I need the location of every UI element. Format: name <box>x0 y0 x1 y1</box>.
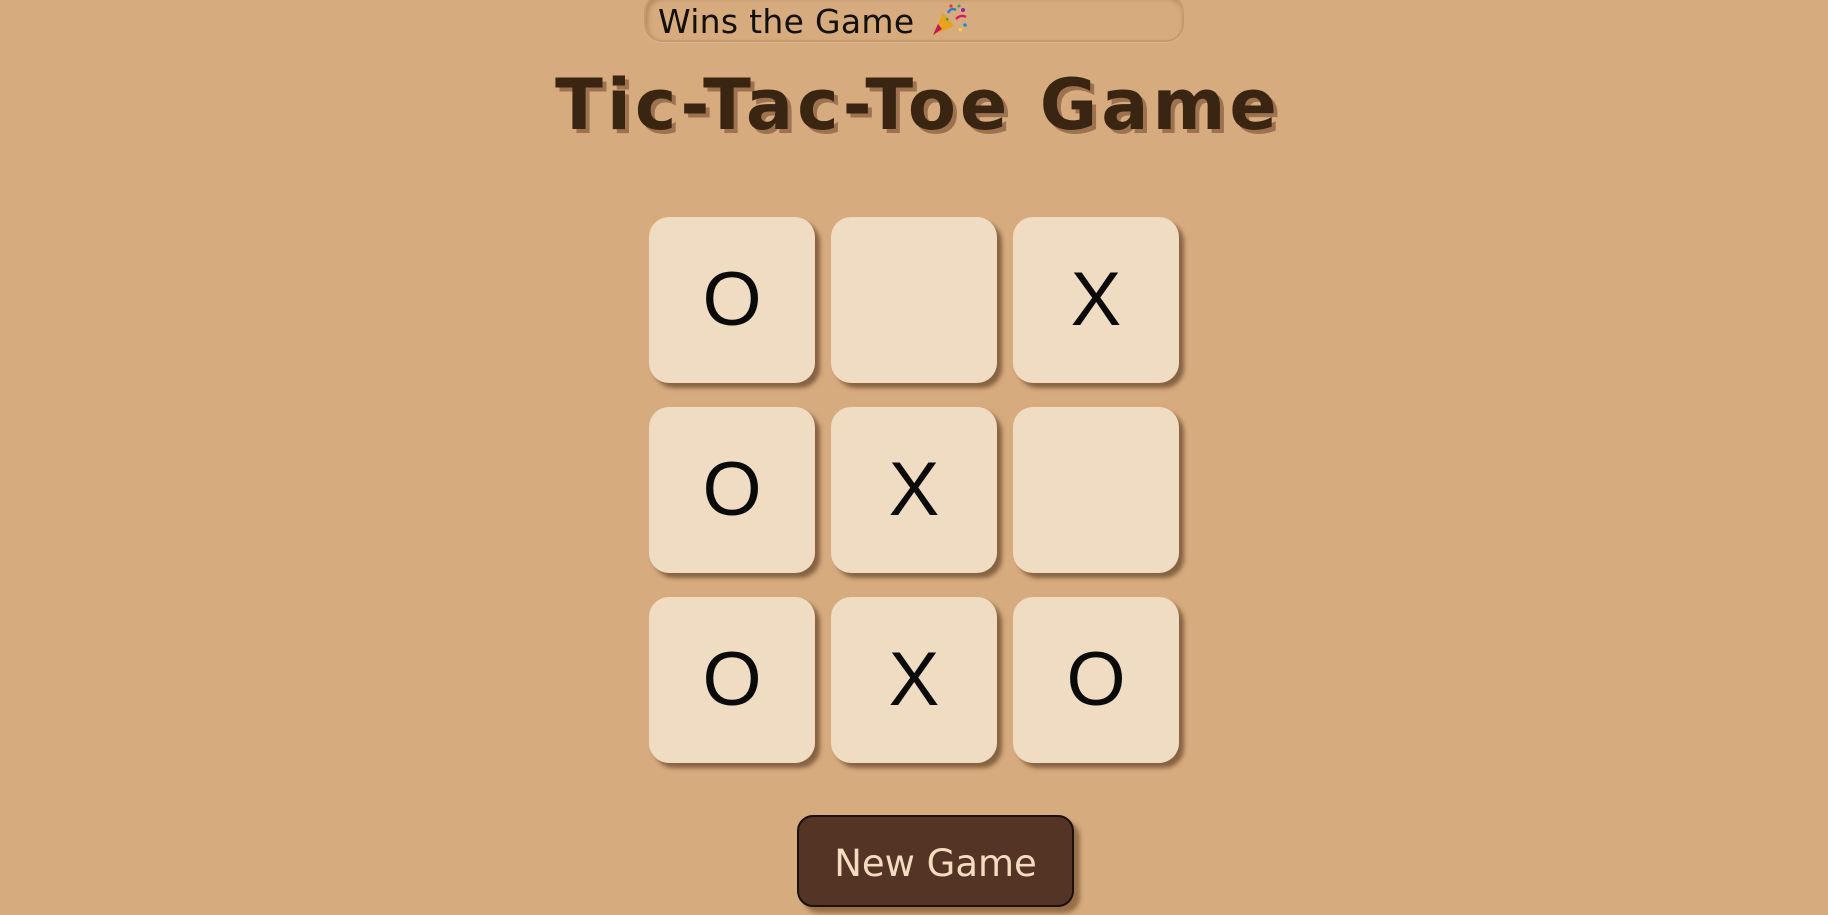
cell-mark: O <box>702 447 762 532</box>
board-cell-4[interactable]: O <box>649 407 815 573</box>
new-game-button[interactable]: New Game <box>797 815 1074 907</box>
cell-mark: X <box>888 447 940 532</box>
board-cell-1[interactable]: O <box>649 217 815 383</box>
board-cell-6[interactable] <box>1013 407 1179 573</box>
cell-mark: X <box>888 637 940 722</box>
board-cell-5[interactable]: X <box>831 407 997 573</box>
board-cell-3[interactable]: X <box>1013 217 1179 383</box>
board-cell-7[interactable]: O <box>649 597 815 763</box>
winner-message: Wins the Game <box>658 1 915 41</box>
cell-mark: O <box>702 637 762 722</box>
board-cell-9[interactable]: O <box>1013 597 1179 763</box>
game-board: O X O X O X O <box>649 217 1179 767</box>
cell-mark: O <box>702 257 762 342</box>
party-popper-icon <box>930 4 970 38</box>
page-title: Tic-Tac-Toe Game <box>555 64 1281 146</box>
cell-mark: O <box>1066 637 1126 722</box>
winner-message-box: Wins the Game <box>644 0 1184 42</box>
board-cell-2[interactable] <box>831 217 997 383</box>
board-cell-8[interactable]: X <box>831 597 997 763</box>
cell-mark: X <box>1070 257 1122 342</box>
